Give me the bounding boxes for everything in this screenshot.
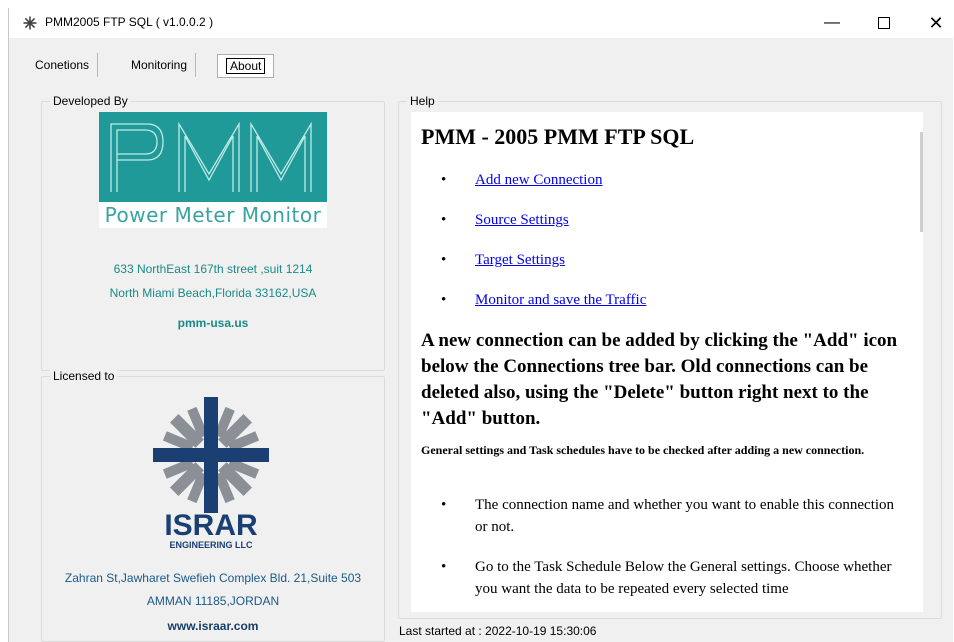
- help-label: Help: [407, 94, 438, 108]
- tab-monitoring[interactable]: Monitoring: [123, 53, 197, 77]
- israr-logo-sub: ENGINEERING LLC: [169, 540, 253, 550]
- help-group: Help PMM - 2005 PMM FTP SQL • Add new Co…: [398, 94, 942, 619]
- bullet-icon: •: [441, 497, 447, 513]
- israr-logo-name: ISRAR: [164, 509, 258, 542]
- pmm-logo-banner: [99, 112, 327, 202]
- target-settings-link[interactable]: Target Settings: [475, 252, 565, 269]
- minimize-icon: —: [824, 14, 840, 31]
- help-title: PMM - 2005 PMM FTP SQL: [421, 124, 695, 149]
- licensed-to-group: Licensed to ISRAR ENGINEERING LLC Zahran…: [41, 369, 385, 642]
- bullet-icon: •: [441, 559, 447, 575]
- tab-connections[interactable]: Conetions: [27, 53, 99, 77]
- app-window: PMM2005 FTP SQL ( v1.0.0.2 ) — ✕ Conetio…: [8, 8, 953, 642]
- developer-address-line2: North Miami Beach,Florida 33162,USA: [109, 286, 317, 300]
- status-last-started: Last started at : 2022-10-19 15:30:06: [399, 624, 597, 638]
- app-icon: [23, 16, 37, 30]
- monitor-traffic-link[interactable]: Monitor and save the Traffic: [475, 292, 646, 309]
- tab-about[interactable]: About: [217, 54, 275, 78]
- scroll-up-icon[interactable]: ▲: [917, 114, 923, 132]
- maximize-icon: [878, 16, 890, 29]
- minimize-button[interactable]: —: [809, 8, 855, 38]
- help-bullet-text: The connection name and whether you want…: [475, 497, 895, 535]
- licensee-website-link[interactable]: www.israar.com: [42, 619, 384, 633]
- developer-website-link[interactable]: pmm-usa.us: [42, 316, 384, 330]
- israr-logo-mark: ISRAR ENGINEERING LLC: [153, 397, 269, 550]
- licensed-to-label: Licensed to: [50, 369, 118, 383]
- developer-address-line1: 633 NorthEast 167th street ,suit 1214: [113, 262, 313, 276]
- add-new-connection-link[interactable]: Add new Connection: [475, 172, 602, 189]
- bullet-icon: •: [441, 252, 447, 268]
- developed-by-label: Developed By: [50, 94, 131, 108]
- help-scrollbar[interactable]: ▲ ▼: [917, 112, 923, 612]
- help-browser[interactable]: PMM - 2005 PMM FTP SQL • Add new Connect…: [411, 112, 923, 612]
- scroll-thumb[interactable]: [920, 132, 923, 232]
- source-settings-link[interactable]: Source Settings: [475, 212, 569, 229]
- close-button[interactable]: ✕: [913, 8, 954, 38]
- help-note: General settings and Task schedules have…: [421, 443, 865, 457]
- help-bullet-text: Go to the Task Schedule Below the Genera…: [475, 559, 892, 597]
- pmm-logo: Power Meter Monitor: [99, 112, 327, 228]
- window-title: PMM2005 FTP SQL ( v1.0.0.2 ): [45, 15, 214, 29]
- licensee-address-line1: Zahran St,Jawharet Swefieh Complex Bld. …: [64, 571, 362, 585]
- bullet-icon: •: [441, 292, 447, 308]
- bullet-icon: •: [441, 212, 447, 228]
- israr-logo: ISRAR ENGINEERING LLC: [146, 395, 276, 551]
- developed-by-group: Developed By Power Meter Monitor 633 Nor…: [41, 94, 385, 371]
- pmm-logo-subtitle: Power Meter Monitor: [104, 203, 322, 227]
- tab-about-label: About: [226, 58, 266, 74]
- title-bar: PMM2005 FTP SQL ( v1.0.0.2 ) — ✕: [9, 8, 953, 38]
- licensee-address-line2: AMMAN 11185,JORDAN: [146, 594, 280, 608]
- pmm-logo-mark: [110, 121, 312, 192]
- scroll-down-icon[interactable]: ▼: [917, 590, 923, 608]
- help-paragraph: A new connection can be added by clickin…: [421, 330, 898, 429]
- bullet-icon: •: [441, 172, 447, 188]
- close-icon: ✕: [928, 13, 944, 33]
- maximize-button[interactable]: [861, 8, 907, 38]
